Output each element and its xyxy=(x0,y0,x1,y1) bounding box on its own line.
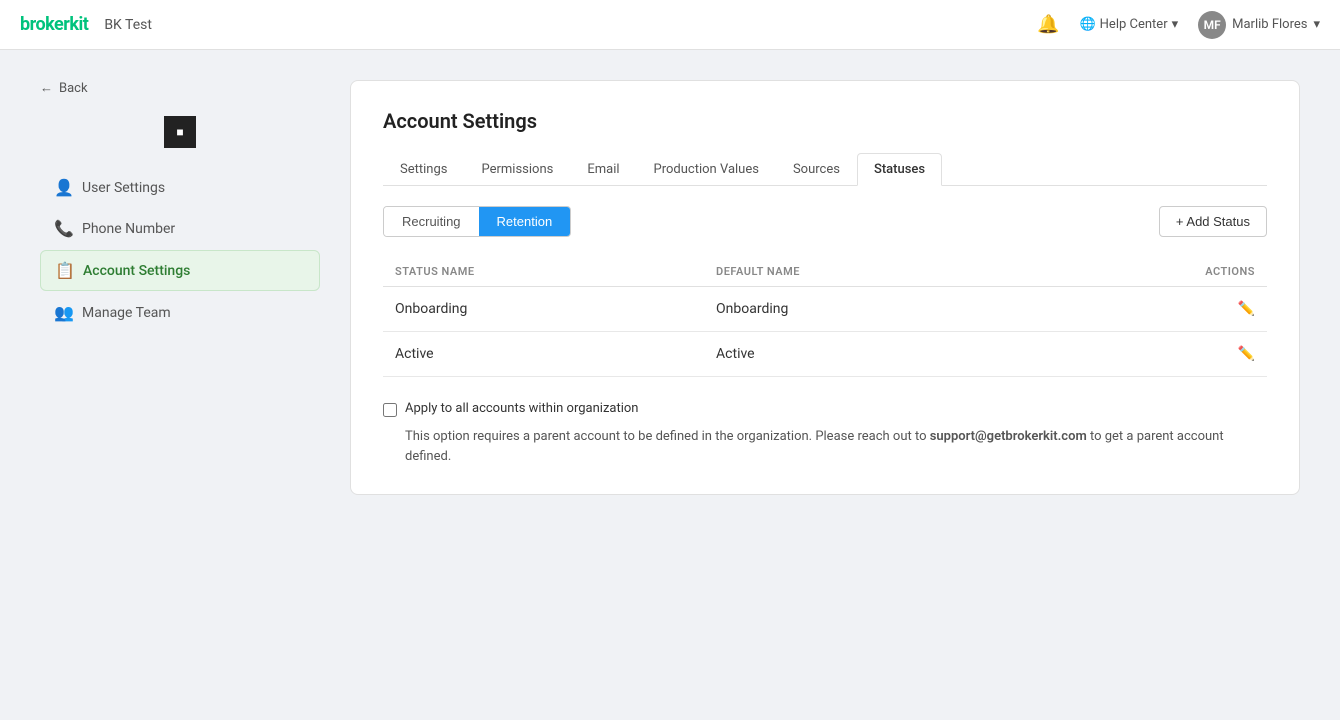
sidebar-logo-area: ■ xyxy=(40,116,320,148)
avatar: MF xyxy=(1198,11,1226,39)
status-name-cell: Onboarding xyxy=(383,287,704,332)
sidebar: ← Back ■ 👤 User Settings 📞 Phone Number … xyxy=(40,80,320,495)
sidebar-logo-icon: ■ xyxy=(176,125,183,139)
account-name: BK Test xyxy=(104,17,152,33)
help-center-button[interactable]: 🌐 Help Center ▾ xyxy=(1079,17,1178,32)
sidebar-item-user-settings[interactable]: 👤 User Settings xyxy=(40,168,320,207)
phone-icon: 📞 xyxy=(54,219,72,238)
settings-icon: 📋 xyxy=(55,261,73,280)
toggle-row: Recruiting Retention + Add Status xyxy=(383,206,1267,237)
actions-cell: ✏️ xyxy=(1038,332,1267,377)
tabs: Settings Permissions Email Production Va… xyxy=(383,153,1267,186)
table-row: Onboarding Onboarding ✏️ xyxy=(383,287,1267,332)
edit-icon[interactable]: ✏️ xyxy=(1238,346,1255,362)
toggle-group: Recruiting Retention xyxy=(383,206,571,237)
sidebar-logo-box: ■ xyxy=(164,116,196,148)
content-area: Account Settings Settings Permissions Em… xyxy=(350,80,1300,495)
chevron-down-icon: ▾ xyxy=(1172,17,1179,32)
info-text: This option requires a parent account to… xyxy=(405,427,1267,466)
support-email-link[interactable]: support@getbrokerkit.com xyxy=(930,429,1087,444)
user-name: Marlib Flores xyxy=(1232,17,1307,32)
edit-icon[interactable]: ✏️ xyxy=(1238,301,1255,317)
page-title: Account Settings xyxy=(383,109,1267,133)
status-name-cell: Active xyxy=(383,332,704,377)
retention-toggle[interactable]: Retention xyxy=(479,207,571,236)
sidebar-item-label: Manage Team xyxy=(82,305,171,321)
default-name-cell: Onboarding xyxy=(704,287,1038,332)
user-menu[interactable]: MF Marlib Flores ▾ xyxy=(1198,11,1320,39)
sidebar-item-label: Account Settings xyxy=(83,263,190,279)
help-center-label: Help Center xyxy=(1100,17,1168,32)
col-default-name: DEFAULT NAME xyxy=(704,257,1038,287)
actions-cell: ✏️ xyxy=(1038,287,1267,332)
arrow-left-icon: ← xyxy=(40,80,53,96)
add-status-button[interactable]: + Add Status xyxy=(1159,206,1267,237)
col-actions: ACTIONS xyxy=(1038,257,1267,287)
apply-all-checkbox[interactable] xyxy=(383,403,397,417)
col-status-name: STATUS NAME xyxy=(383,257,704,287)
checkbox-row: Apply to all accounts within organizatio… xyxy=(383,401,1267,417)
tab-permissions[interactable]: Permissions xyxy=(464,153,570,186)
navbar-right: 🔔 🌐 Help Center ▾ MF Marlib Flores ▾ xyxy=(1037,11,1320,39)
status-table: STATUS NAME DEFAULT NAME ACTIONS Onboard… xyxy=(383,257,1267,377)
apply-all-label[interactable]: Apply to all accounts within organizatio… xyxy=(405,401,638,416)
user-icon: 👤 xyxy=(54,178,72,197)
main-content: ← Back ■ 👤 User Settings 📞 Phone Number … xyxy=(0,50,1340,525)
chevron-down-icon: ▾ xyxy=(1313,17,1320,32)
default-name-cell: Active xyxy=(704,332,1038,377)
sidebar-item-phone-number[interactable]: 📞 Phone Number xyxy=(40,209,320,248)
navbar-left: brokerkit BK Test xyxy=(20,14,152,35)
info-text-before: This option requires a parent account to… xyxy=(405,429,930,444)
tab-settings[interactable]: Settings xyxy=(383,153,464,186)
globe-icon: 🌐 xyxy=(1079,17,1095,32)
logo[interactable]: brokerkit xyxy=(20,14,88,35)
team-icon: 👥 xyxy=(54,303,72,322)
tab-sources[interactable]: Sources xyxy=(776,153,857,186)
tab-production-values[interactable]: Production Values xyxy=(637,153,776,186)
back-label: Back xyxy=(59,81,88,96)
sidebar-nav: 👤 User Settings 📞 Phone Number 📋 Account… xyxy=(40,168,320,332)
back-link[interactable]: ← Back xyxy=(40,80,320,96)
notification-icon[interactable]: 🔔 xyxy=(1037,14,1059,35)
tab-email[interactable]: Email xyxy=(570,153,636,186)
navbar: brokerkit BK Test 🔔 🌐 Help Center ▾ MF M… xyxy=(0,0,1340,50)
sidebar-item-label: Phone Number xyxy=(82,221,175,237)
sidebar-item-label: User Settings xyxy=(82,180,165,196)
sidebar-item-account-settings[interactable]: 📋 Account Settings xyxy=(40,250,320,291)
sidebar-item-manage-team[interactable]: 👥 Manage Team xyxy=(40,293,320,332)
table-row: Active Active ✏️ xyxy=(383,332,1267,377)
recruiting-toggle[interactable]: Recruiting xyxy=(384,207,479,236)
tab-statuses[interactable]: Statuses xyxy=(857,153,942,186)
